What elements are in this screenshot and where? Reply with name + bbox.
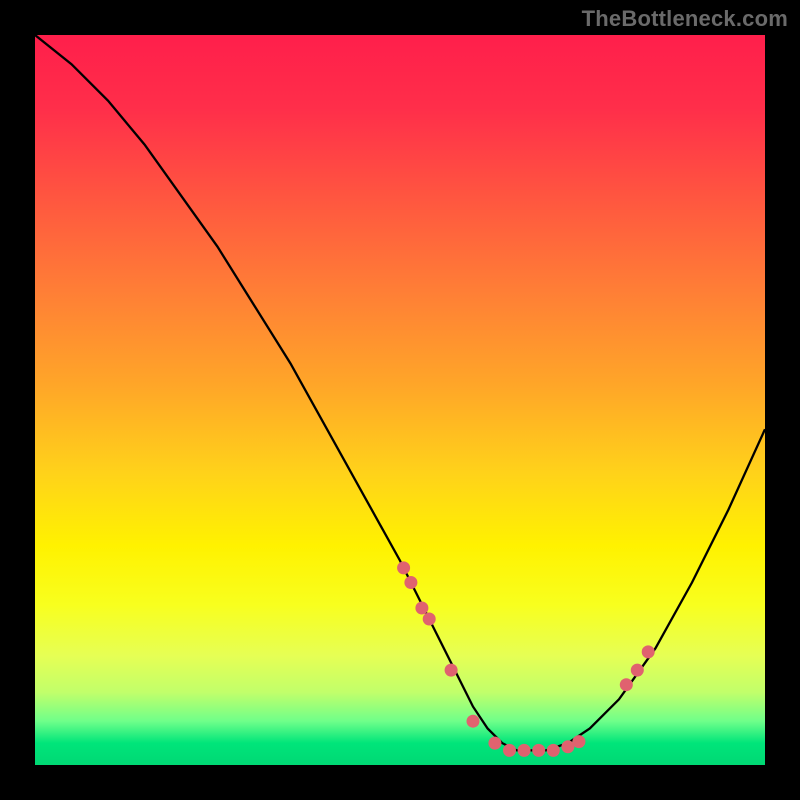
marker-dot: [423, 613, 436, 626]
marker-dot: [415, 602, 428, 615]
plot-area: [35, 35, 765, 765]
marker-dot: [397, 561, 410, 574]
marker-dot: [488, 737, 501, 750]
chart-stage: TheBottleneck.com: [0, 0, 800, 800]
marker-dot: [532, 744, 545, 757]
marker-dot: [503, 744, 516, 757]
marker-dot: [572, 735, 585, 748]
marker-dot: [620, 678, 633, 691]
marker-dots-group: [397, 561, 655, 757]
marker-dot: [467, 715, 480, 728]
bottleneck-curve: [35, 35, 765, 750]
marker-dot: [518, 744, 531, 757]
marker-dot: [642, 645, 655, 658]
marker-dot: [547, 744, 560, 757]
marker-dot: [445, 664, 458, 677]
curve-layer: [35, 35, 765, 765]
marker-dot: [631, 664, 644, 677]
watermark-text: TheBottleneck.com: [582, 6, 788, 32]
marker-dot: [404, 576, 417, 589]
